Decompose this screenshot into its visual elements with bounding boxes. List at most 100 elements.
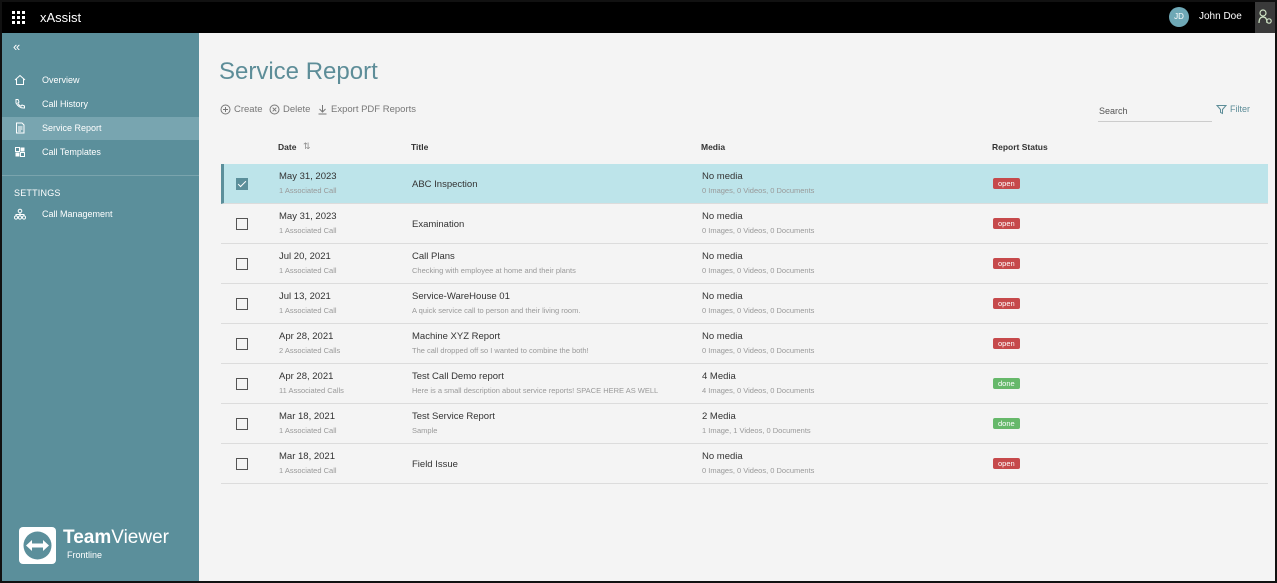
sidebar-item-overview[interactable]: Overview — [2, 69, 199, 92]
brand-subtitle: Frontline — [67, 550, 103, 560]
status-badge: open — [993, 458, 1020, 469]
row-media: 2 Media — [702, 411, 736, 422]
sort-icon[interactable]: ⇅ — [303, 141, 311, 152]
phone-icon — [15, 99, 25, 109]
row-media: No media — [702, 451, 743, 462]
row-description: A quick service call to person and their… — [412, 306, 581, 315]
document-icon — [16, 122, 25, 134]
sidebar-item-label: Call Templates — [42, 147, 101, 157]
row-description: Checking with employee at home and their… — [412, 266, 576, 275]
user-menu-button[interactable] — [1255, 2, 1275, 33]
row-title[interactable]: Service-WareHouse 01 — [412, 291, 510, 302]
template-icon — [15, 147, 25, 157]
top-bar: xAssist JD John Doe — [2, 2, 1275, 33]
column-header-date[interactable]: Date — [278, 142, 296, 152]
sidebar-item-call-templates[interactable]: Call Templates — [2, 141, 199, 164]
table-row[interactable]: May 31, 2023 1 Associated Call Examination… — [221, 204, 1268, 244]
status-badge: done — [993, 378, 1020, 389]
row-associated-calls: 1 Associated Call — [279, 186, 337, 195]
brand-name: TeamViewer — [63, 527, 169, 548]
row-date: Mar 18, 2021 — [279, 411, 335, 422]
row-checkbox[interactable] — [236, 458, 248, 470]
row-checkbox[interactable] — [236, 298, 248, 310]
status-badge: open — [993, 178, 1020, 189]
row-media: No media — [702, 251, 743, 262]
row-media-detail: 0 Images, 0 Videos, 0 Documents — [702, 466, 815, 475]
sidebar-divider — [2, 175, 199, 176]
sidebar: « Overview Call History Service Report C… — [2, 33, 199, 581]
column-header-title: Title — [411, 142, 429, 152]
table-row[interactable]: Apr 28, 2021 2 Associated Calls Machine XY… — [221, 324, 1268, 364]
row-checkbox[interactable] — [236, 178, 248, 190]
status-badge: open — [993, 218, 1020, 229]
row-title[interactable]: Test Call Demo report — [412, 371, 504, 382]
table-row[interactable]: Apr 28, 2021 11 Associated Calls Test Call… — [221, 364, 1268, 404]
row-associated-calls: 1 Associated Call — [279, 466, 337, 475]
row-media: 4 Media — [702, 371, 736, 382]
status-badge: open — [993, 298, 1020, 309]
row-title[interactable]: ABC Inspection — [412, 179, 477, 190]
x-circle-icon — [269, 104, 280, 115]
app-window: xAssist JD John Doe « Overview Call Hist… — [0, 0, 1277, 583]
teamviewer-logo: TeamViewer Frontline — [19, 527, 199, 567]
download-icon — [318, 105, 327, 115]
table-row[interactable]: Jul 13, 2021 1 Associated Call Service-War… — [221, 284, 1268, 324]
row-date: May 31, 2023 — [279, 171, 337, 182]
row-associated-calls: 11 Associated Calls — [279, 386, 344, 395]
row-title[interactable]: Test Service Report — [412, 411, 495, 422]
export-pdf-button[interactable]: Export PDF Reports — [317, 104, 417, 118]
sidebar-item-label: Service Report — [42, 123, 102, 133]
row-title[interactable]: Field Issue — [412, 459, 458, 470]
row-title[interactable]: Machine XYZ Report — [412, 331, 500, 342]
row-description: Here is a small description about servic… — [412, 386, 659, 395]
row-title[interactable]: Examination — [412, 219, 464, 230]
row-checkbox[interactable] — [236, 418, 248, 430]
status-badge: done — [993, 418, 1020, 429]
row-media-detail: 0 Images, 0 Videos, 0 Documents — [702, 306, 815, 315]
sidebar-item-service-report[interactable]: Service Report — [2, 117, 199, 140]
column-header-media: Media — [701, 142, 726, 152]
row-media: No media — [702, 171, 743, 182]
filter-icon — [1216, 105, 1227, 115]
apps-grid-icon[interactable] — [12, 11, 25, 24]
row-media: No media — [702, 331, 743, 342]
create-button[interactable]: Create — [220, 104, 265, 118]
avatar[interactable]: JD — [1169, 7, 1189, 27]
collapse-sidebar-icon[interactable]: « — [13, 40, 20, 53]
row-associated-calls: 2 Associated Calls — [279, 346, 341, 355]
row-media: No media — [702, 211, 743, 222]
row-date: Mar 18, 2021 — [279, 451, 335, 462]
row-associated-calls: 1 Associated Call — [279, 226, 337, 235]
row-checkbox[interactable] — [236, 378, 248, 390]
delete-button[interactable]: Delete — [269, 104, 314, 118]
row-date: Jul 20, 2021 — [279, 251, 331, 262]
page-title: Service Report — [219, 58, 378, 85]
user-name[interactable]: John Doe — [1199, 11, 1242, 22]
table-row[interactable]: Jul 20, 2021 1 Associated Call Call Plans C… — [221, 244, 1268, 284]
row-checkbox[interactable] — [236, 218, 248, 230]
table-row[interactable]: May 31, 2023 1 Associated Call ABC Inspect… — [221, 164, 1268, 204]
plus-circle-icon — [220, 104, 231, 115]
row-title[interactable]: Call Plans — [412, 251, 455, 262]
row-description: Sample — [412, 426, 438, 435]
sidebar-item-call-history[interactable]: Call History — [2, 93, 199, 116]
org-chart-icon — [14, 208, 26, 220]
row-associated-calls: 1 Associated Call — [279, 266, 337, 275]
row-checkbox[interactable] — [236, 338, 248, 350]
search-input[interactable]: Search — [1098, 104, 1212, 122]
home-icon — [14, 74, 26, 85]
sidebar-item-label: Overview — [42, 75, 80, 85]
row-media-detail: 0 Images, 0 Videos, 0 Documents — [702, 186, 815, 195]
sidebar-item-call-management[interactable]: Call Management — [2, 203, 199, 226]
row-associated-calls: 1 Associated Call — [279, 306, 337, 315]
row-date: Apr 28, 2021 — [279, 331, 334, 342]
table-row[interactable]: Mar 18, 2021 1 Associated Call Test Servic… — [221, 404, 1268, 444]
table-row[interactable]: Mar 18, 2021 1 Associated Call Field Issue… — [221, 444, 1268, 484]
search-label: Search — [1099, 106, 1128, 116]
settings-heading: SETTINGS — [14, 188, 61, 198]
app-title: xAssist — [40, 10, 82, 25]
status-badge: open — [993, 338, 1020, 349]
status-badge: open — [993, 258, 1020, 269]
row-checkbox[interactable] — [236, 258, 248, 270]
row-media-detail: 0 Images, 0 Videos, 0 Documents — [702, 266, 815, 275]
